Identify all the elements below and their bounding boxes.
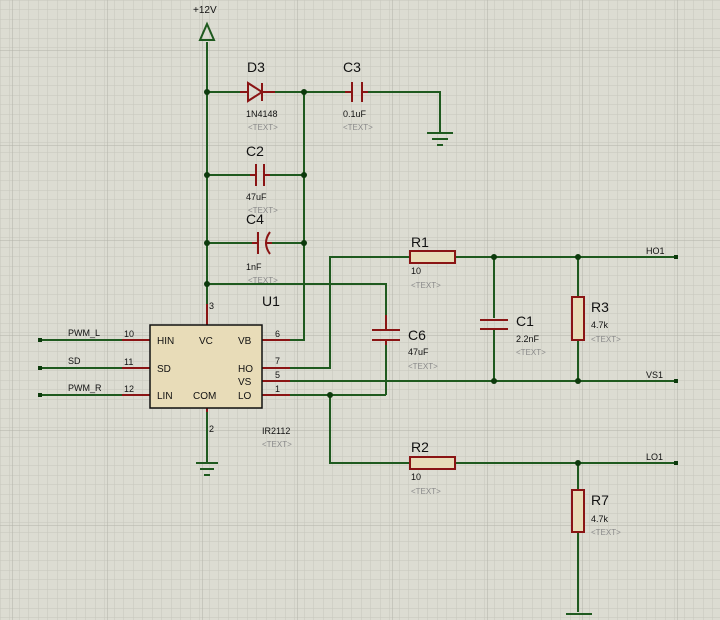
c1-value: 2.2nF bbox=[516, 334, 540, 344]
c4-value: 1nF bbox=[246, 262, 262, 272]
c2-value: 47uF bbox=[246, 192, 267, 202]
c3-hint: <TEXT> bbox=[343, 123, 373, 132]
d3-hint: <TEXT> bbox=[248, 123, 278, 132]
pin-label-lo: LO bbox=[238, 391, 252, 402]
net-lo1: LO1 bbox=[646, 452, 663, 462]
u1-part: IR2112 bbox=[262, 426, 290, 436]
net-pwm-r: PWM_R bbox=[68, 383, 102, 393]
net-ho1: HO1 bbox=[646, 246, 665, 256]
r2-value: 10 bbox=[411, 472, 421, 482]
pin-label-lin: LIN bbox=[157, 391, 173, 402]
pin-number-2: 2 bbox=[209, 424, 214, 434]
r7-hint: <TEXT> bbox=[591, 528, 621, 537]
c3-ref: C3 bbox=[343, 59, 361, 75]
d3-ref: D3 bbox=[247, 59, 265, 75]
c6-value: 47uF bbox=[408, 347, 429, 357]
net-vs1: VS1 bbox=[646, 370, 663, 380]
pin-number-3: 3 bbox=[209, 301, 214, 311]
c4-hint: <TEXT> bbox=[248, 276, 278, 285]
c6-ref: C6 bbox=[408, 327, 426, 343]
pin-label-vb: VB bbox=[238, 336, 252, 347]
c6-hint: <TEXT> bbox=[408, 362, 438, 371]
c2-ref: C2 bbox=[246, 143, 264, 159]
schematic-canvas: +12V D3 1N4148 <TEXT> C3 0.1uF <TEXT> C2… bbox=[0, 0, 720, 620]
u1-hint: <TEXT> bbox=[262, 440, 292, 449]
grid-major bbox=[0, 0, 720, 620]
pin-label-vc: VC bbox=[199, 336, 213, 347]
d3-value: 1N4148 bbox=[246, 109, 278, 119]
c1-hint: <TEXT> bbox=[516, 348, 546, 357]
pin-number-10: 10 bbox=[124, 329, 134, 339]
r2-ref: R2 bbox=[411, 439, 429, 455]
r3-ref: R3 bbox=[591, 299, 609, 315]
r1-value: 10 bbox=[411, 266, 421, 276]
pin-number-1: 1 bbox=[275, 384, 280, 394]
supply-label: +12V bbox=[193, 5, 217, 16]
net-sd: SD bbox=[68, 356, 81, 366]
pin-label-sd: SD bbox=[157, 364, 171, 375]
net-pwm-l: PWM_L bbox=[68, 328, 100, 338]
pin-label-hin: HIN bbox=[157, 336, 174, 347]
r1-hint: <TEXT> bbox=[411, 281, 441, 290]
pin-label-ho: HO bbox=[238, 364, 253, 375]
pin-label-vs: VS bbox=[238, 377, 252, 388]
r2-hint: <TEXT> bbox=[411, 487, 441, 496]
c1-ref: C1 bbox=[516, 313, 534, 329]
r1-ref: R1 bbox=[411, 234, 429, 250]
u1-ref: U1 bbox=[262, 293, 280, 309]
pin-number-7: 7 bbox=[275, 356, 280, 366]
r7-value: 4.7k bbox=[591, 514, 609, 524]
pin-number-5: 5 bbox=[275, 370, 280, 380]
c3-value: 0.1uF bbox=[343, 109, 367, 119]
pin-label-com: COM bbox=[193, 391, 216, 402]
pin-number-6: 6 bbox=[275, 329, 280, 339]
pin-number-12: 12 bbox=[124, 384, 134, 394]
r3-value: 4.7k bbox=[591, 320, 609, 330]
c4-ref: C4 bbox=[246, 211, 264, 227]
r7-ref: R7 bbox=[591, 492, 609, 508]
r3-hint: <TEXT> bbox=[591, 335, 621, 344]
pin-number-11: 11 bbox=[124, 357, 133, 367]
